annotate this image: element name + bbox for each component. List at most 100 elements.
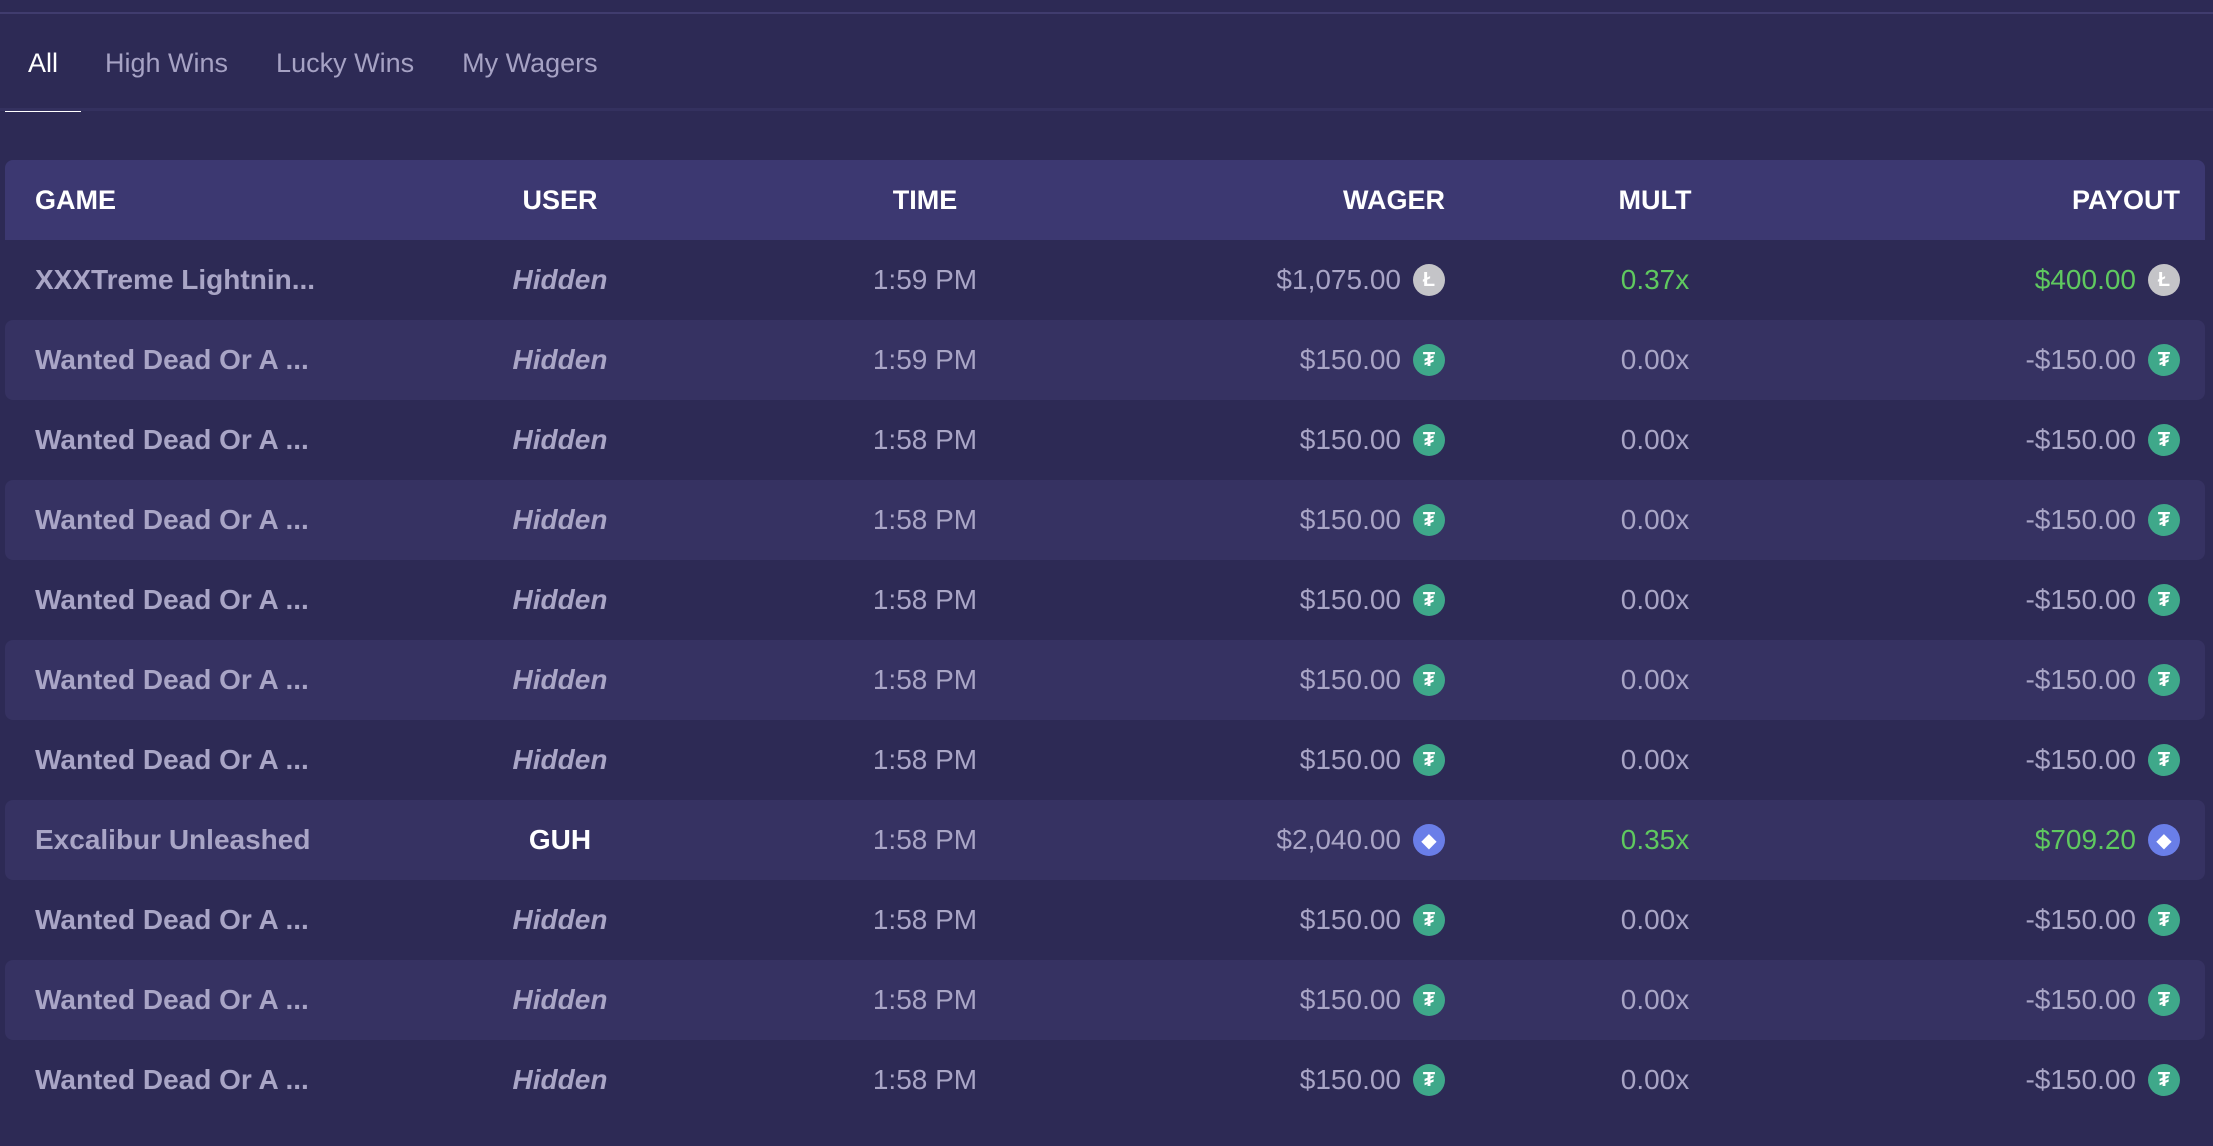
game-name-link[interactable]: XXXTreme Lightnin... [35, 240, 435, 320]
ethereum-icon: ◆ [2148, 824, 2180, 856]
game-name-link[interactable]: Wanted Dead Or A ... [35, 400, 435, 480]
tab-all[interactable]: All [5, 36, 82, 112]
payout-amount-text: -$150.00 [2025, 1064, 2136, 1095]
bet-time: 1:58 PM [805, 720, 1045, 800]
multiplier: 0.00x [1505, 480, 1805, 560]
game-name-link[interactable]: Wanted Dead Or A ... [35, 320, 435, 400]
game-name-link[interactable]: Wanted Dead Or A ... [35, 560, 435, 640]
bet-time-text: 1:58 PM [872, 824, 978, 855]
game-name-link-text: Wanted Dead Or A ... [35, 984, 309, 1015]
tether-icon: ₮ [2148, 744, 2180, 776]
multiplier: 0.35x [1505, 800, 1805, 880]
bet-time-text: 1:58 PM [872, 664, 978, 695]
tab-lucky-wins[interactable]: Lucky Wins [252, 36, 438, 112]
wager-amount-text: $150.00 [1299, 664, 1401, 695]
game-name-link-text: Wanted Dead Or A ... [35, 424, 309, 455]
wager-amount: $150.00 ₮ [1105, 640, 1445, 720]
bet-time: 1:58 PM [805, 640, 1045, 720]
wager-amount-text: $150.00 [1299, 904, 1401, 935]
user-name: Hidden [460, 240, 660, 320]
wager-amount-text: $150.00 [1299, 504, 1401, 535]
bet-time-text: 1:58 PM [872, 424, 978, 455]
user-name: Hidden [460, 880, 660, 960]
multiplier: 0.00x [1505, 640, 1805, 720]
game-name-link[interactable]: Wanted Dead Or A ... [35, 960, 435, 1040]
column-header-payout: PAYOUT [2071, 184, 2180, 215]
multiplier: 0.00x [1505, 880, 1805, 960]
table-row[interactable]: Excalibur Unleashed GUH 1:58 PM $2,040.00 ◆ 0… [5, 800, 2205, 880]
payout-amount: -$150.00 ₮ [1845, 400, 2180, 480]
wager-amount: $150.00 ₮ [1105, 480, 1445, 560]
table-row[interactable]: Wanted Dead Or A ... Hidden 1:58 PM $150.00… [5, 880, 2205, 960]
user-name-text: Hidden [512, 664, 608, 695]
tether-icon: ₮ [2148, 1064, 2180, 1096]
user-name-text[interactable]: GUH [529, 824, 591, 856]
wager-amount: $2,040.00 ◆ [1105, 800, 1445, 880]
litecoin-icon: Ł [2148, 264, 2180, 296]
tether-icon: ₮ [2148, 664, 2180, 696]
bet-time-text: 1:58 PM [872, 504, 978, 535]
wager-amount: $150.00 ₮ [1105, 880, 1445, 960]
column-header-time: TIME [892, 184, 958, 215]
multiplier: 0.00x [1505, 560, 1805, 640]
table-row[interactable]: Wanted Dead Or A ... Hidden 1:58 PM $150.00… [5, 480, 2205, 560]
payout-amount: -$150.00 ₮ [1845, 960, 2180, 1040]
table-row[interactable]: Wanted Dead Or A ... Hidden 1:58 PM $150.00… [5, 720, 2205, 800]
user-name: Hidden [460, 720, 660, 800]
user-name[interactable]: GUH [460, 800, 660, 880]
bets-table: GAME USER TIME WAGER MULT PAYOUT XXXTrem… [5, 160, 2205, 1120]
user-name-text: Hidden [512, 584, 608, 615]
bet-time: 1:58 PM [805, 560, 1045, 640]
game-name-link[interactable]: Wanted Dead Or A ... [35, 1040, 435, 1120]
multiplier-text: 0.00x [1620, 1064, 1690, 1095]
tether-icon: ₮ [2148, 504, 2180, 536]
tab-high-wins[interactable]: High Wins [81, 36, 252, 112]
table-row[interactable]: Wanted Dead Or A ... Hidden 1:58 PM $150.00… [5, 1040, 2205, 1120]
bet-time: 1:59 PM [805, 320, 1045, 400]
wager-amount-text: $150.00 [1299, 984, 1401, 1015]
game-name-link-text: Wanted Dead Or A ... [35, 344, 309, 375]
wager-amount: $150.00 ₮ [1105, 320, 1445, 400]
multiplier-text: 0.00x [1620, 664, 1690, 695]
wager-amount: $1,075.00 Ł [1105, 240, 1445, 320]
tether-icon: ₮ [2148, 424, 2180, 456]
payout-amount-text: -$150.00 [2025, 904, 2136, 935]
payout-amount: -$150.00 ₮ [1845, 720, 2180, 800]
payout-amount-text: $400.00 [2034, 264, 2136, 295]
table-row[interactable]: Wanted Dead Or A ... Hidden 1:58 PM $150.00… [5, 400, 2205, 480]
game-name-link[interactable]: Wanted Dead Or A ... [35, 480, 435, 560]
bet-time: 1:58 PM [805, 480, 1045, 560]
wager-amount-text: $150.00 [1299, 344, 1401, 375]
multiplier: 0.00x [1505, 1040, 1805, 1120]
tab-my-wagers[interactable]: My Wagers [438, 36, 622, 112]
table-row[interactable]: Wanted Dead Or A ... Hidden 1:58 PM $150.00… [5, 640, 2205, 720]
table-row[interactable]: Wanted Dead Or A ... Hidden 1:59 PM $150.00… [5, 320, 2205, 400]
column-header-user: USER [522, 184, 598, 215]
user-name-text: Hidden [512, 984, 608, 1015]
multiplier-text: 0.00x [1620, 344, 1690, 375]
tether-icon: ₮ [1413, 1064, 1445, 1096]
top-divider [0, 12, 2213, 14]
multiplier: 0.00x [1505, 400, 1805, 480]
game-name-link[interactable]: Wanted Dead Or A ... [35, 720, 435, 800]
user-name-text: Hidden [512, 1064, 608, 1095]
multiplier: 0.00x [1505, 960, 1805, 1040]
multiplier-text: 0.00x [1620, 584, 1690, 615]
multiplier: 0.00x [1505, 320, 1805, 400]
game-name-link[interactable]: Wanted Dead Or A ... [35, 880, 435, 960]
multiplier: 0.37x [1505, 240, 1805, 320]
tether-icon: ₮ [1413, 584, 1445, 616]
game-name-link[interactable]: Wanted Dead Or A ... [35, 640, 435, 720]
wager-amount: $150.00 ₮ [1105, 560, 1445, 640]
user-name: Hidden [460, 640, 660, 720]
game-name-link[interactable]: Excalibur Unleashed [35, 800, 435, 880]
table-row[interactable]: Wanted Dead Or A ... Hidden 1:58 PM $150.00… [5, 960, 2205, 1040]
bet-time-text: 1:58 PM [872, 1064, 978, 1095]
tether-icon: ₮ [1413, 904, 1445, 936]
wager-amount-text: $1,075.00 [1276, 264, 1401, 295]
multiplier-text: 0.00x [1620, 424, 1690, 455]
tether-icon: ₮ [1413, 424, 1445, 456]
table-row[interactable]: Wanted Dead Or A ... Hidden 1:58 PM $150.00… [5, 560, 2205, 640]
user-name-text: Hidden [512, 904, 608, 935]
table-row[interactable]: XXXTreme Lightnin... Hidden 1:59 PM $1,075.… [5, 240, 2205, 320]
